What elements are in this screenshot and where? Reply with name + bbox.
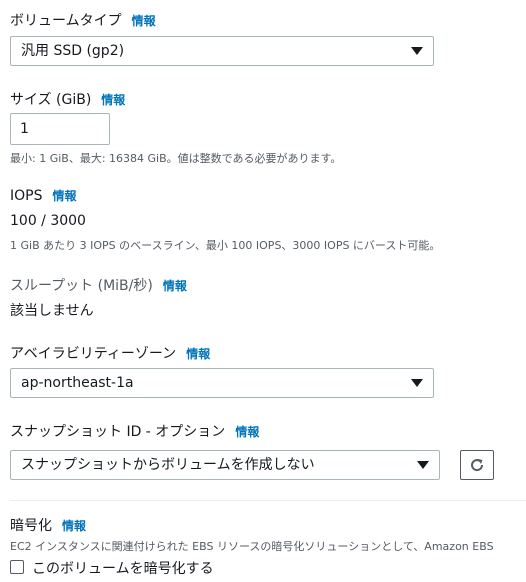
iops-label-text: IOPS [10, 188, 43, 204]
size-label-text: サイズ (GiB) [10, 92, 92, 108]
throughput-label: スループット (MiB/秒) 情報 [10, 275, 187, 295]
snapshot-info-link[interactable]: 情報 [235, 425, 259, 439]
snapshot-select[interactable]: スナップショットからボリュームを作成しない [10, 450, 440, 480]
availability-zone-info-link[interactable]: 情報 [186, 347, 210, 361]
snapshot-selected: スナップショットからボリュームを作成しない [21, 457, 315, 473]
iops-hint: 1 GiB あたり 3 IOPS のベースライン、最小 100 IOPS、300… [10, 239, 441, 252]
iops-info-link[interactable]: 情報 [52, 189, 76, 203]
throughput-label-text: スループット (MiB/秒) [10, 278, 153, 294]
availability-zone-label: アベイラビリティーゾーン 情報 [10, 343, 210, 363]
snapshot-label: スナップショット ID - オプション 情報 [10, 421, 259, 441]
caret-down-icon [411, 379, 423, 387]
encryption-label: 暗号化 情報 [10, 515, 86, 535]
encryption-hint: EC2 インスタンスに関連付けられた EBS リソースの暗号化ソリューションとし… [10, 540, 494, 553]
caret-down-icon [411, 47, 423, 55]
refresh-snapshots-button[interactable] [460, 450, 494, 480]
volume-type-label: ボリュームタイプ 情報 [10, 10, 156, 30]
refresh-icon [471, 459, 484, 472]
encrypt-volume-checkbox[interactable] [10, 560, 24, 574]
divider [10, 500, 526, 501]
iops-label: IOPS 情報 [10, 187, 77, 204]
size-label: サイズ (GiB) 情報 [10, 89, 125, 109]
encrypt-volume-label[interactable]: このボリュームを暗号化する [32, 558, 214, 578]
volume-type-select[interactable]: 汎用 SSD (gp2) [10, 36, 434, 66]
throughput-info-link[interactable]: 情報 [163, 279, 187, 293]
availability-zone-label-text: アベイラビリティーゾーン [10, 346, 177, 362]
throughput-value: 該当しません [10, 303, 94, 319]
volume-type-selected: 汎用 SSD (gp2) [21, 43, 125, 59]
caret-down-icon [417, 461, 429, 469]
encryption-label-text: 暗号化 [10, 518, 52, 534]
encryption-info-link[interactable]: 情報 [62, 519, 86, 533]
volume-type-info-link[interactable]: 情報 [132, 14, 156, 28]
size-info-link[interactable]: 情報 [101, 93, 125, 107]
availability-zone-select[interactable]: ap-northeast-1a [10, 368, 434, 398]
volume-type-label-text: ボリュームタイプ [10, 13, 122, 29]
iops-value: 100 / 3000 [10, 213, 86, 229]
availability-zone-selected: ap-northeast-1a [21, 375, 134, 391]
size-input[interactable] [10, 113, 110, 145]
snapshot-label-text: スナップショット ID - オプション [10, 424, 226, 440]
size-hint: 最小: 1 GiB、最大: 16384 GiB。値は整数である必要があります。 [10, 152, 342, 165]
